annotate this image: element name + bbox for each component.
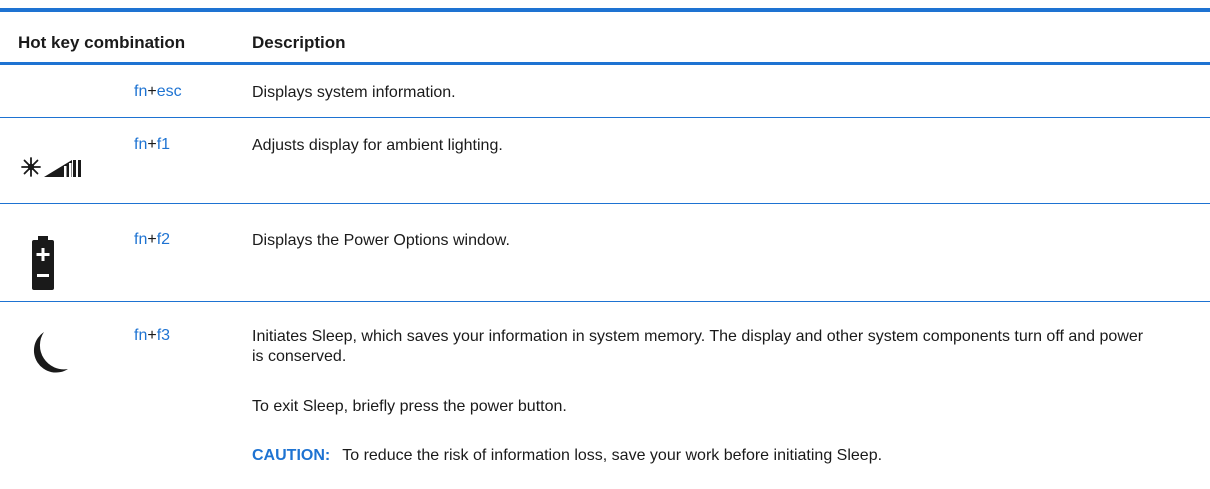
table-row: fn+f1 Adjusts display for ambient lighti… [0, 118, 1210, 203]
table-header-row: Hot key combination Description [0, 12, 1210, 62]
row-description: Displays system information. [252, 84, 456, 101]
fn-key: fn [134, 83, 148, 100]
fn-key: fn [134, 231, 148, 248]
hotkey-combo: fn+esc [134, 83, 182, 101]
row-description-exit-sleep: To exit Sleep, briefly press the power b… [252, 398, 567, 415]
f2-key: f2 [156, 231, 171, 248]
table-row: fn+esc Displays system information. [0, 65, 1210, 117]
table-row: fn+f3 Initiates Sleep, which saves your … [0, 302, 1210, 489]
caution-text: To reduce the risk of information loss, … [342, 447, 883, 464]
hotkey-combo: fn+f2 [134, 231, 170, 249]
f3-key: f3 [156, 327, 171, 344]
caution-note: CAUTION: To reduce the risk of informatio… [252, 446, 1152, 466]
fn-key: fn [134, 136, 148, 153]
f1-key: f1 [156, 136, 171, 153]
header-description: Description [252, 33, 346, 52]
hotkey-combo: fn+f1 [134, 136, 170, 154]
caution-label: CAUTION: [252, 447, 331, 464]
header-hot-key-combination: Hot key combination [18, 33, 186, 52]
esc-key: esc [156, 83, 182, 100]
plus-sign: + [147, 327, 157, 344]
fn-key: fn [134, 327, 148, 344]
plus-sign: + [147, 136, 157, 153]
battery-power-icon [30, 236, 56, 295]
hotkey-combo: fn+f3 [134, 327, 170, 345]
row-description: Initiates Sleep, which saves your inform… [252, 328, 1144, 365]
sleep-moon-icon [22, 329, 72, 384]
plus-sign: + [147, 231, 157, 248]
row-description: Displays the Power Options window. [252, 232, 510, 249]
ambient-light-brightness-icon [20, 156, 90, 185]
row-description: Adjusts display for ambient lighting. [252, 137, 503, 154]
table-row: fn+f2 Displays the Power Options window. [0, 204, 1210, 301]
plus-sign: + [147, 83, 157, 100]
